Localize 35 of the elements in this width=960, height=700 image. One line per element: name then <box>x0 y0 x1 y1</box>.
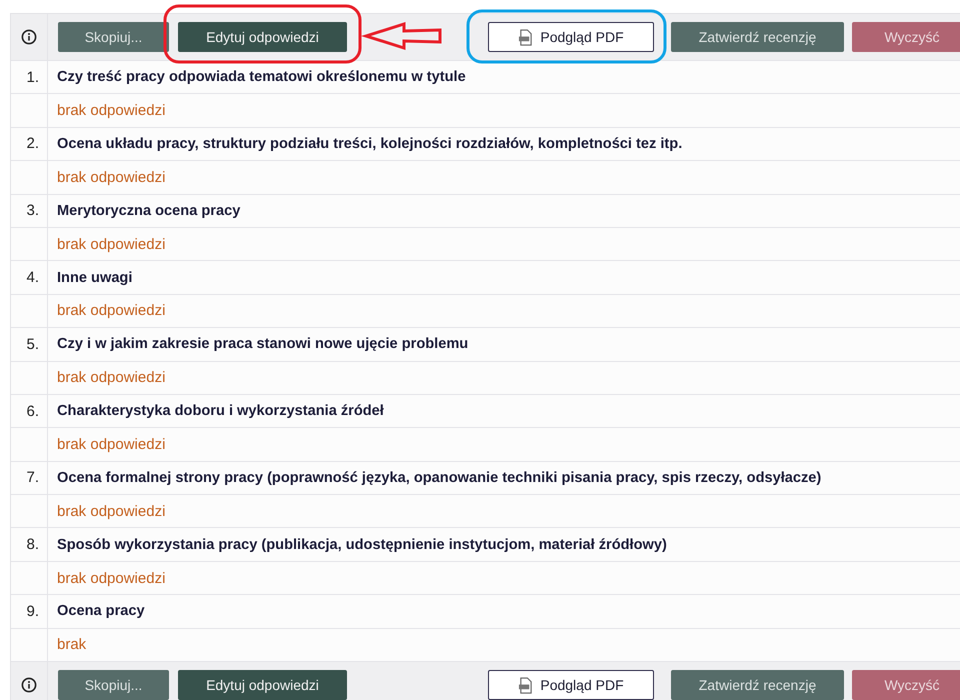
action-button[interactable]: Podgląd PDF <box>488 22 654 52</box>
document-icon <box>518 676 534 694</box>
question-text: Ocena układu pracy, struktury podziału treści, kolejności rozdziałów, kompletności tez itp. <box>57 136 682 152</box>
answer-text: brak odpowiedzi <box>57 168 166 186</box>
answer-text: brak odpowiedzi <box>57 502 166 520</box>
question-text: Merytoryczna ocena pracy <box>57 202 240 219</box>
action-button[interactable]: Edytuj odpowiedzi <box>178 670 347 700</box>
info-icon[interactable] <box>21 677 37 694</box>
answer-text: brak odpowiedzi <box>57 436 166 453</box>
answer-text: brak odpowiedzi <box>57 570 166 587</box>
question-number: 4. <box>26 269 39 286</box>
question-text: Ocena pracy <box>57 603 145 620</box>
info-icon[interactable] <box>21 29 37 45</box>
action-button[interactable]: Podgląd PDF <box>488 670 654 700</box>
question-text: Charakterystyka doboru i wykorzystania źródeł <box>57 403 384 420</box>
question-text: Czy i w jakim zakresie praca stanowi nowe ujęcie problemu <box>57 336 468 352</box>
question-number: 3. <box>26 202 39 220</box>
question-number: 8. <box>26 536 39 554</box>
question-number: 6. <box>26 402 39 420</box>
question-number: 2. <box>26 135 39 152</box>
answer-text: brak odpowiedzi <box>57 302 166 320</box>
document-icon <box>518 28 534 46</box>
question-number: 5. <box>26 336 39 353</box>
answer-text: brak <box>57 636 86 654</box>
action-button[interactable]: Edytuj odpowiedzi <box>178 22 347 52</box>
answer-text: brak odpowiedzi <box>57 236 166 253</box>
question-text: Inne uwagi <box>57 270 132 286</box>
question-number: 1. <box>26 68 39 86</box>
answer-text: brak odpowiedzi <box>57 369 166 386</box>
question-number: 7. <box>26 469 39 486</box>
question-text: Czy treść pracy odpowiada tematowi określonemu w tytule <box>57 69 466 86</box>
answer-text: brak odpowiedzi <box>57 102 166 120</box>
question-text: Sposób wykorzystania pracy (publikacja, udostępnienie instytucjom, materiał źródłowy) <box>57 536 667 553</box>
question-number: 9. <box>26 602 39 620</box>
question-text: Ocena formalnej strony pracy (poprawność języka, opanowanie techniki pisania pracy, spis rzeczy, odsyłacze) <box>57 470 822 486</box>
